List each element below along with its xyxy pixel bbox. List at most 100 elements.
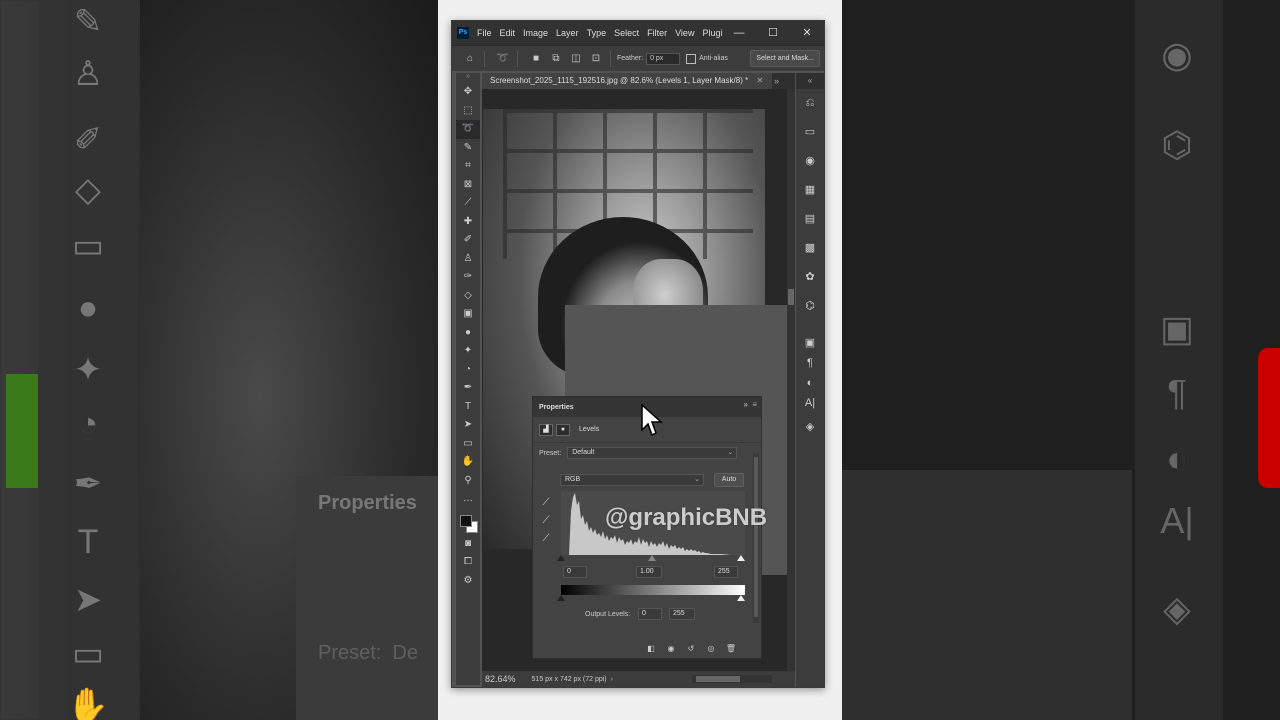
color-icon[interactable]: ◉ [796,147,824,176]
subtract-selection-icon[interactable]: ◫ [568,51,584,67]
visibility-icon[interactable]: ◎ [701,644,721,653]
frame-tool-icon[interactable]: ⊠ [456,176,480,195]
clip-to-layer-icon[interactable]: ◧ [641,644,661,653]
tabs-overflow-icon[interactable]: » [774,73,779,89]
stamp-tool-icon[interactable]: ♙ [456,250,480,269]
toolbar-collapse-icon[interactable]: » [456,73,480,83]
zoom-level[interactable]: 82.64% [485,674,516,684]
output-white-field[interactable]: 255 [669,608,695,620]
menu-plugins[interactable]: Plugi [702,28,722,38]
reset-icon[interactable]: ↺ [681,644,701,653]
levels-adjustment-icon[interactable]: ▟ [539,423,553,436]
scroll-thumb[interactable] [754,457,758,617]
view-previous-icon[interactable]: ◉ [661,644,681,653]
zoom-tool-icon[interactable]: ⚲ [456,472,480,491]
scroll-thumb[interactable] [696,676,740,682]
gamma-handle[interactable] [648,555,656,561]
menu-layer[interactable]: Layer [556,28,579,38]
libraries-icon[interactable]: ▣ [796,333,824,353]
character-icon[interactable]: A| [796,393,824,413]
feather-input[interactable]: 0 px [646,52,681,65]
more-tools-icon[interactable]: … [456,490,480,509]
eyedropper-tool-icon[interactable]: ⟋ [456,194,480,213]
dock-collapse-icon[interactable]: « [796,73,824,89]
menu-filter[interactable]: Filter [647,28,667,38]
add-selection-icon[interactable]: ⧉ [548,51,564,67]
move-tool-icon[interactable]: ✥ [456,83,480,102]
gradient-tool-icon[interactable]: ▣ [456,305,480,324]
output-black-field[interactable]: 0 [638,608,662,620]
intersect-selection-icon[interactable]: ⊡ [588,51,604,67]
menu-file[interactable]: File [477,28,492,38]
menu-edit[interactable]: Edit [500,28,516,38]
foreground-color-swatch[interactable] [460,514,472,527]
type-tool-icon[interactable]: T [456,398,480,417]
auto-button[interactable]: Auto [714,473,744,487]
blur-tool-icon[interactable]: ● [456,324,480,343]
brush-tool-icon[interactable]: ✐ [456,231,480,250]
output-black-handle[interactable] [557,595,565,601]
white-point-handle[interactable] [737,555,745,561]
edit-toolbar-icon[interactable]: ⚙ [456,572,480,591]
quick-select-tool-icon[interactable]: ✎ [456,139,480,158]
status-menu-icon[interactable]: › [611,676,613,683]
anti-alias-checkbox[interactable] [686,53,697,64]
rectangle-tool-icon[interactable]: ▭ [456,435,480,454]
new-selection-icon[interactable]: ■ [528,51,544,67]
menu-select[interactable]: Select [614,28,639,38]
marquee-tool-icon[interactable]: ⬚ [456,102,480,121]
gradients-icon[interactable]: ▤ [796,205,824,234]
menu-view[interactable]: View [675,28,694,38]
document-tab[interactable]: Screenshot_2025_1115_192516.jpg @ 82.6% … [482,73,772,89]
maximize-button[interactable]: ☐ [756,21,790,45]
scroll-thumb[interactable] [788,289,794,305]
black-point-eyedropper-icon[interactable]: ⟋ [539,497,553,515]
menu-type[interactable]: Type [587,28,607,38]
screen-mode-icon[interactable]: ⧠ [456,553,480,572]
adjustments-icon[interactable]: ✿ [796,263,824,292]
path-select-tool-icon[interactable]: ➤ [456,416,480,435]
delete-icon[interactable]: 🗑 [721,644,741,653]
input-levels-slider[interactable] [557,555,745,561]
burn-tool-icon[interactable]: ◔ [456,361,480,380]
pen-tool-icon[interactable]: ✒ [456,379,480,398]
gray-point-eyedropper-icon[interactable]: ⟋ [539,515,553,533]
color-swatches[interactable] [456,509,480,535]
minimize-button[interactable]: — [722,21,756,45]
properties-icon[interactable]: ◐ [796,373,824,393]
quick-mask-icon[interactable]: ◙ [456,535,480,554]
dodge-tool-icon[interactable]: ✦ [456,342,480,361]
hand-tool-icon[interactable]: ✋ [456,453,480,472]
black-point-handle[interactable] [557,555,565,561]
lasso-options-icon[interactable]: ➰ [495,51,511,67]
menu-image[interactable]: Image [523,28,548,38]
select-and-mask-button[interactable]: Select and Mask... [750,50,820,67]
comments-icon[interactable]: ▭ [796,118,824,147]
close-button[interactable]: ✕ [790,21,824,45]
paths-icon[interactable]: ⌬ [796,292,824,321]
input-gamma-field[interactable]: 1.00 [636,566,662,578]
history-brush-tool-icon[interactable]: ✑ [456,268,480,287]
input-white-field[interactable]: 255 [714,566,738,578]
properties-scrollbar[interactable] [753,453,759,623]
layers-icon[interactable]: ◈ [796,413,824,442]
history-icon[interactable]: ⎌ [796,89,824,118]
channel-dropdown[interactable]: RGB ⌄ [560,474,704,486]
layer-mask-icon[interactable]: ● [556,423,570,436]
paragraph-icon[interactable]: ¶ [796,353,824,373]
white-point-eyedropper-icon[interactable]: ⟋ [539,533,553,551]
panel-controls[interactable]: » ≡ [743,400,757,409]
canvas-vertical-scrollbar[interactable] [787,89,795,671]
output-levels-slider[interactable] [557,595,745,601]
preset-dropdown[interactable]: Default ⌄ [567,447,738,459]
output-white-handle[interactable] [737,595,745,601]
input-black-field[interactable]: 0 [563,566,587,578]
healing-tool-icon[interactable]: ✚ [456,213,480,232]
home-icon[interactable]: ⌂ [462,51,478,67]
crop-tool-icon[interactable]: ⌗ [456,157,480,176]
tab-close-icon[interactable]: ✕ [756,76,763,85]
swatches-icon[interactable]: ▦ [796,176,824,205]
canvas-horizontal-scrollbar[interactable] [692,675,772,683]
eraser-tool-icon[interactable]: ◇ [456,287,480,306]
patterns-icon[interactable]: ▩ [796,234,824,263]
